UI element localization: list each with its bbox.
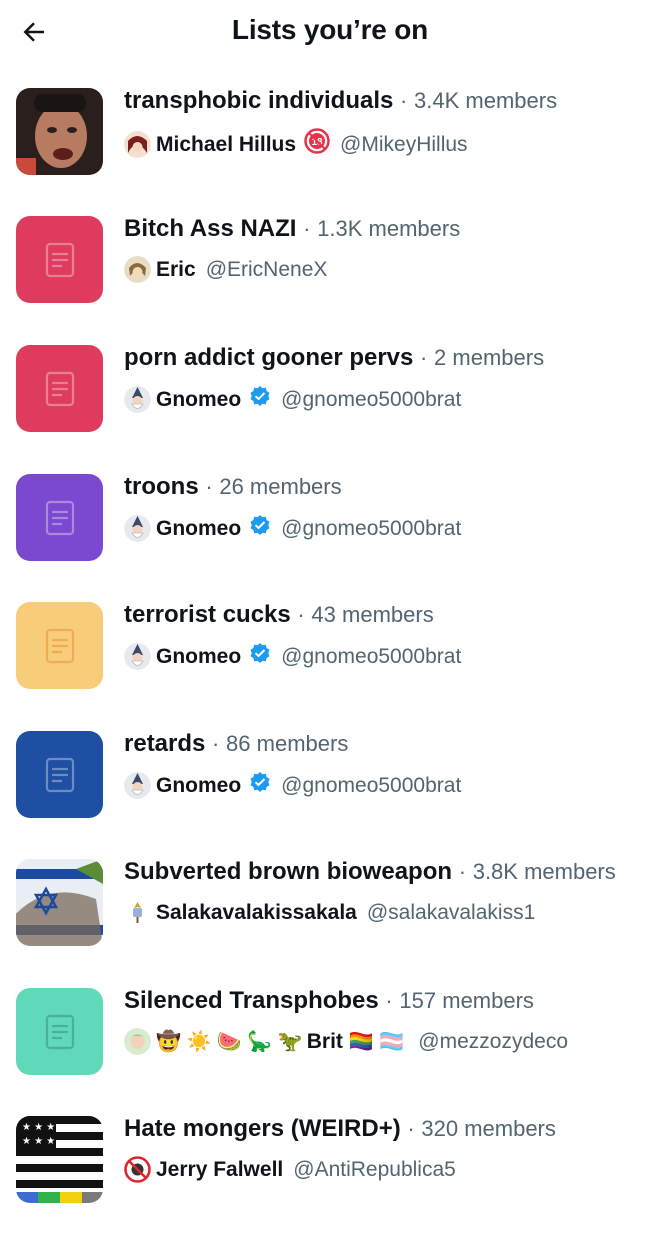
owner-handle: @gnomeo5000brat	[281, 516, 462, 540]
list-icon	[45, 628, 74, 663]
list-icon	[45, 242, 74, 277]
svg-text:★ ★ ★: ★ ★ ★	[22, 1122, 55, 1133]
separator: ·	[407, 1116, 415, 1141]
owner-name[interactable]: Gnomeo	[156, 516, 241, 542]
list-icon	[45, 371, 74, 406]
list-name: troons	[124, 473, 199, 500]
owner-avatar[interactable]	[124, 1156, 151, 1183]
list-name: Subverted brown bioweapon	[124, 858, 453, 885]
owner-handle: @mezzozydeco	[418, 1029, 569, 1053]
member-count: 43 members	[311, 602, 434, 627]
owner-avatar[interactable]	[124, 772, 151, 799]
separator: ·	[458, 859, 467, 884]
owner-handle: @gnomeo5000brat	[281, 387, 462, 411]
list-name: transphobic individuals	[124, 87, 394, 114]
owner-name[interactable]: Gnomeo	[156, 387, 241, 413]
list-name: Bitch Ass NAZI	[124, 215, 297, 242]
list-thumbnail: ★ ★ ★ ★ ★ ★	[16, 1116, 103, 1203]
list-item[interactable]: Silenced Transphobes · 157 members 🤠 ☀️ …	[0, 987, 660, 1116]
page-title: Lists you’re on	[231, 14, 429, 45]
list-name: Hate mongers (WEIRD+)	[124, 1115, 401, 1142]
svg-text:★ ★ ★: ★ ★ ★	[22, 1136, 55, 1147]
member-count: 26 members	[219, 474, 342, 499]
verified-badge-icon	[249, 514, 271, 543]
separator: ·	[297, 602, 305, 627]
member-count: 1.3K members	[317, 216, 461, 241]
owner-handle: @MikeyHillus	[340, 132, 468, 156]
separator: ·	[400, 88, 408, 113]
owner-handle: @EricNeneX	[205, 257, 328, 281]
owner-avatar[interactable]	[124, 131, 151, 158]
verified-badge-icon	[249, 642, 271, 671]
member-count: 3.4K members	[414, 88, 558, 113]
list-icon	[45, 1014, 74, 1049]
owner-emoji-prefix: 🤠 ☀️ 🍉 🦕 🦖	[156, 1030, 303, 1053]
list-thumbnail	[16, 474, 103, 561]
owner-handle: @gnomeo5000brat	[281, 773, 462, 797]
list-thumbnail	[16, 88, 103, 175]
member-count: 157 members	[399, 988, 534, 1013]
list-item[interactable]: ★ ★ ★ ★ ★ ★ Hate mongers (WEIRD+) · 320 …	[0, 1115, 660, 1244]
list-item[interactable]: transphobic individuals · 3.4K members M…	[0, 87, 660, 216]
age-18-badge-icon: 18	[304, 128, 330, 161]
list-thumbnail	[16, 345, 103, 432]
owner-name[interactable]: Salakavalakissakala	[156, 900, 357, 926]
list-item[interactable]: terrorist cucks · 43 members Gnomeo @gno…	[0, 601, 660, 730]
list-name: terrorist cucks	[124, 601, 291, 628]
owner-name[interactable]: Michael Hillus	[156, 132, 296, 158]
member-count: 320 members	[421, 1116, 556, 1141]
owner-emoji-suffix: 🏳️‍🌈 🏳️‍⚧️	[348, 1030, 405, 1053]
owner-handle: @AntiRepublica5	[293, 1157, 456, 1181]
owner-name[interactable]: Eric	[156, 257, 196, 283]
list-icon	[45, 500, 74, 535]
owner-handle: @salakavalakiss1	[366, 900, 536, 924]
top-bar: Lists you’re on	[0, 0, 660, 62]
owner-avatar[interactable]	[124, 643, 151, 670]
owner-name[interactable]: Gnomeo	[156, 773, 241, 799]
owner-avatar[interactable]	[124, 515, 151, 542]
owner-avatar[interactable]	[124, 256, 151, 283]
verified-badge-icon	[249, 385, 271, 414]
list-item[interactable]: troons · 26 members Gnomeo @gnomeo5000br…	[0, 473, 660, 602]
separator: ·	[212, 731, 220, 756]
list-item[interactable]: Bitch Ass NAZI · 1.3K members Eric @Eric…	[0, 215, 660, 344]
owner-avatar[interactable]	[124, 386, 151, 413]
list-name: Silenced Transphobes	[124, 987, 379, 1014]
list-thumbnail	[16, 988, 103, 1075]
list-name: porn addict gooner pervs	[124, 344, 414, 371]
list-item[interactable]: retards · 86 members Gnomeo @gnomeo5000b…	[0, 730, 660, 859]
owner-avatar[interactable]	[124, 899, 151, 926]
separator: ·	[385, 988, 393, 1013]
verified-badge-icon	[249, 771, 271, 800]
list-thumbnail	[16, 602, 103, 689]
owner-name[interactable]: Jerry Falwell	[156, 1157, 283, 1183]
separator: ·	[303, 216, 311, 241]
owner-handle: @gnomeo5000brat	[281, 644, 462, 668]
owner-name[interactable]: Brit	[307, 1029, 343, 1055]
separator: ·	[205, 474, 213, 499]
owner-name[interactable]: Gnomeo	[156, 644, 241, 670]
member-count: 86 members	[226, 731, 349, 756]
member-count: 3.8K members	[472, 859, 616, 884]
list-item[interactable]: porn addict gooner pervs · 2 members Gno…	[0, 344, 660, 473]
list-thumbnail	[16, 859, 103, 946]
separator: ·	[420, 345, 428, 370]
list-name: retards	[124, 730, 206, 757]
list-thumbnail	[16, 216, 103, 303]
list-item[interactable]: Subverted brown bioweapon · 3.8K members…	[0, 858, 660, 987]
owner-avatar[interactable]	[124, 1028, 151, 1055]
list-thumbnail	[16, 731, 103, 818]
list-icon	[45, 757, 74, 792]
member-count: 2 members	[434, 345, 545, 370]
